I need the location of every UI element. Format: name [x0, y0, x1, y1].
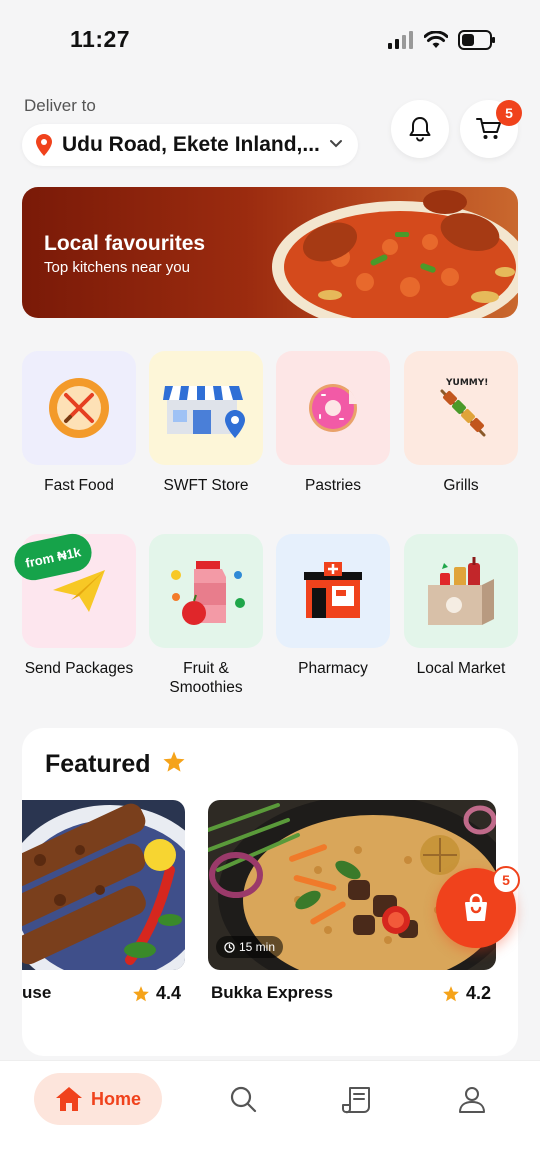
banner-title: Local favourites: [44, 232, 206, 255]
notifications-button[interactable]: [391, 100, 449, 158]
store-icon: [163, 386, 245, 438]
category-pastries[interactable]: [276, 351, 390, 465]
signal-icon: [388, 31, 413, 49]
skewer-icon: YUMMY!: [440, 378, 488, 437]
category-label: Grills: [443, 477, 479, 494]
suya-skewers-image: [22, 800, 185, 970]
nav-orders[interactable]: [342, 1085, 372, 1120]
category-fruit-smoothies[interactable]: [149, 534, 263, 648]
fast-food-icon: [49, 378, 109, 438]
status-bar: 11:27: [0, 0, 540, 80]
address-text: Udu Road, Ekete Inland,...: [62, 133, 320, 156]
pharmacy-icon: [304, 562, 362, 618]
featured-title: Featured: [45, 750, 186, 779]
rating-value: 4.2: [466, 983, 492, 1003]
category-label: Local Market: [416, 660, 506, 677]
restaurant-name[interactable]: Bukka Express: [211, 983, 333, 1003]
home-icon: [55, 1087, 82, 1111]
category-label: Fast Food: [44, 477, 114, 494]
category-label: Send Packages: [24, 660, 134, 677]
svg-text:YUMMY!: YUMMY!: [445, 378, 488, 388]
category-label: SWFT Store: [163, 477, 249, 494]
featured-title-text: Featured: [45, 750, 151, 778]
star-icon: [133, 985, 149, 1001]
profile-icon: [459, 1087, 485, 1113]
location-pin-icon: [36, 134, 52, 156]
category-grills[interactable]: YUMMY!: [404, 351, 518, 465]
promo-banner[interactable]: Local favourites Top kitchens near you: [22, 187, 518, 318]
restaurant-name[interactable]: use: [22, 983, 51, 1003]
floating-cart-badge: 5: [492, 866, 520, 894]
star-icon: [163, 751, 185, 772]
search-icon: [230, 1086, 257, 1113]
category-label: Fruit & Smoothies: [169, 660, 243, 696]
cart-count-badge: 5: [496, 100, 522, 126]
category-swft-store[interactable]: [149, 351, 263, 465]
restaurant-rating: 4.4: [132, 983, 181, 1004]
delivery-time: 15 min: [239, 940, 276, 954]
bottom-navigation: Home: [0, 1060, 540, 1171]
category-pharmacy[interactable]: [276, 534, 390, 648]
jollof-rice-plate-image: [272, 190, 518, 318]
rating-value: 4.4: [156, 983, 182, 1003]
nav-home[interactable]: Home: [34, 1073, 162, 1125]
nav-search[interactable]: [229, 1085, 257, 1118]
restaurant-rating: 4.2: [442, 983, 491, 1004]
star-icon: [443, 985, 459, 1001]
clock-icon: [224, 941, 235, 953]
category-fast-food[interactable]: [22, 351, 136, 465]
donut-icon: [309, 384, 357, 432]
nav-profile[interactable]: [458, 1085, 486, 1118]
status-icons: [388, 30, 496, 50]
chevron-down-icon: [330, 140, 342, 148]
deliver-to-label: Deliver to: [24, 96, 96, 115]
restaurant-card-image[interactable]: [22, 800, 185, 970]
category-local-market[interactable]: [404, 534, 518, 648]
wifi-icon: [424, 31, 448, 48]
receipt-icon: [342, 1087, 370, 1114]
shopping-bag-icon: [465, 893, 487, 921]
fruit-icon: [171, 561, 245, 625]
address-selector[interactable]: Udu Road, Ekete Inland,...: [22, 124, 358, 166]
banner-subtitle: Top kitchens near you: [44, 259, 190, 276]
market-icon: [428, 557, 494, 625]
category-label: Pharmacy: [298, 660, 368, 677]
battery-icon: [458, 30, 495, 50]
status-time: 11:27: [70, 26, 131, 52]
nav-home-label: Home: [90, 1088, 141, 1109]
delivery-time-chip: 15 min: [216, 936, 284, 958]
category-label: Pastries: [305, 477, 361, 494]
bell-icon: [409, 117, 431, 142]
